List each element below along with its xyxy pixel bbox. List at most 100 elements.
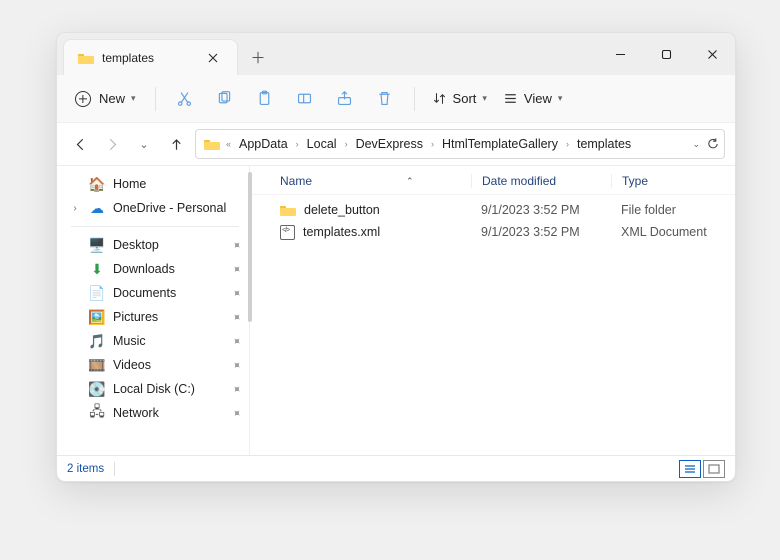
- sort-icon: [432, 91, 447, 106]
- separator: [414, 87, 415, 111]
- breadcrumb-segment[interactable]: templates: [575, 135, 633, 153]
- rename-button[interactable]: [287, 83, 323, 115]
- pin-icon: ✦: [229, 309, 244, 325]
- pin-icon: ✦: [229, 381, 244, 397]
- sidebar-onedrive[interactable]: › ☁ OneDrive - Personal: [63, 196, 247, 220]
- view-toggle: [679, 460, 725, 478]
- view-button[interactable]: View ▾: [497, 86, 568, 111]
- back-button[interactable]: [67, 131, 93, 157]
- file-date: 9/1/2023 3:52 PM: [471, 225, 611, 239]
- nav-row: ⌄ « AppData› Local› DevExpress› HtmlTemp…: [57, 123, 735, 165]
- sort-label: Sort: [453, 91, 477, 106]
- toolbar: New ▾ Sort ▾ View ▾: [57, 75, 735, 123]
- cut-button[interactable]: [167, 83, 203, 115]
- home-icon: 🏠: [89, 176, 105, 192]
- file-type: File folder: [611, 203, 721, 217]
- refresh-button[interactable]: [706, 137, 720, 151]
- column-date[interactable]: Date modified: [471, 174, 611, 188]
- chevron-down-icon[interactable]: ⌄: [692, 139, 700, 150]
- pin-icon: ✦: [229, 237, 244, 253]
- close-tab-button[interactable]: [199, 44, 227, 72]
- new-tab-button[interactable]: ＋: [238, 39, 278, 75]
- new-button[interactable]: New ▾: [67, 86, 144, 112]
- chevron-down-icon: ▾: [482, 93, 487, 104]
- folder-icon: [280, 204, 296, 216]
- documents-icon: 📄: [89, 285, 105, 301]
- paste-button[interactable]: [247, 83, 283, 115]
- thumbnails-view-button[interactable]: [703, 460, 725, 478]
- up-button[interactable]: [163, 131, 189, 157]
- item-count: 2 items: [67, 463, 104, 475]
- sidebar-home[interactable]: 🏠 Home: [63, 172, 247, 196]
- breadcrumb-segment[interactable]: Local: [305, 135, 339, 153]
- breadcrumb-segment[interactable]: AppData: [237, 135, 290, 153]
- file-row[interactable]: delete_button 9/1/2023 3:52 PMFile folder: [280, 199, 721, 221]
- music-icon: 🎵: [89, 333, 105, 349]
- network-icon: 🖧: [89, 405, 105, 421]
- pictures-icon: 🖼️: [89, 309, 105, 325]
- column-name[interactable]: Name ⌃: [280, 174, 471, 188]
- folder-icon: [204, 138, 220, 150]
- separator: [155, 87, 156, 111]
- chevron-down-icon: ▾: [131, 93, 136, 104]
- recent-button[interactable]: ⌄: [131, 131, 157, 157]
- breadcrumb-prefix: «: [222, 139, 235, 149]
- sidebar-item-desktop[interactable]: 🖥️Desktop✦: [63, 233, 247, 257]
- pin-icon: ✦: [229, 357, 244, 373]
- close-window-button[interactable]: [689, 33, 735, 75]
- details-view-button[interactable]: [679, 460, 701, 478]
- tab-active[interactable]: templates: [63, 39, 238, 75]
- delete-button[interactable]: [367, 83, 403, 115]
- new-label: New: [99, 91, 125, 106]
- breadcrumb-segment[interactable]: HtmlTemplateGallery: [440, 135, 560, 153]
- sort-indicator-icon: ⌃: [406, 176, 414, 187]
- sidebar-item-network[interactable]: 🖧Network✦: [63, 401, 247, 425]
- cloud-icon: ☁: [89, 200, 105, 216]
- videos-icon: 🎞️: [89, 357, 105, 373]
- window-controls: [597, 33, 735, 75]
- separator: [71, 226, 239, 227]
- file-name: delete_button: [304, 203, 380, 217]
- column-type[interactable]: Type: [611, 174, 721, 188]
- chevron-down-icon: ▾: [558, 93, 563, 104]
- disk-icon: 💽: [89, 381, 105, 397]
- sidebar-item-music[interactable]: 🎵Music✦: [63, 329, 247, 353]
- sort-button[interactable]: Sort ▾: [426, 86, 493, 111]
- plus-circle-icon: [75, 91, 91, 107]
- separator: [114, 462, 115, 476]
- tab-title: templates: [102, 51, 191, 65]
- sidebar-item-disk[interactable]: 💽Local Disk (C:)✦: [63, 377, 247, 401]
- body: 🏠 Home › ☁ OneDrive - Personal 🖥️Desktop…: [57, 165, 735, 455]
- column-headers: Name ⌃ Date modified Type: [250, 166, 735, 195]
- pin-icon: ✦: [229, 285, 244, 301]
- scrollbar[interactable]: [248, 172, 252, 322]
- sidebar-item-pictures[interactable]: 🖼️Pictures✦: [63, 305, 247, 329]
- breadcrumb-segment[interactable]: DevExpress: [354, 135, 425, 153]
- status-bar: 2 items: [57, 455, 735, 481]
- pin-icon: ✦: [229, 261, 244, 277]
- sidebar-item-documents[interactable]: 📄Documents✦: [63, 281, 247, 305]
- copy-button[interactable]: [207, 83, 243, 115]
- sidebar: 🏠 Home › ☁ OneDrive - Personal 🖥️Desktop…: [57, 166, 249, 455]
- explorer-window: templates ＋ New ▾ Sort ▾: [56, 32, 736, 482]
- file-date: 9/1/2023 3:52 PM: [471, 203, 611, 217]
- folder-icon: [78, 52, 94, 64]
- desktop-icon: 🖥️: [89, 237, 105, 253]
- pin-icon: ✦: [229, 333, 244, 349]
- xml-file-icon: [280, 225, 295, 240]
- forward-button[interactable]: [99, 131, 125, 157]
- file-row[interactable]: templates.xml 9/1/2023 3:52 PMXML Documen…: [280, 221, 721, 243]
- sidebar-item-videos[interactable]: 🎞️Videos✦: [63, 353, 247, 377]
- view-label: View: [524, 91, 552, 106]
- maximize-button[interactable]: [643, 33, 689, 75]
- minimize-button[interactable]: [597, 33, 643, 75]
- share-button[interactable]: [327, 83, 363, 115]
- view-icon: [503, 91, 518, 106]
- expand-icon[interactable]: ›: [69, 203, 81, 214]
- address-bar[interactable]: « AppData› Local› DevExpress› HtmlTempla…: [195, 129, 725, 159]
- file-name: templates.xml: [303, 225, 380, 239]
- downloads-icon: ⬇: [89, 261, 105, 277]
- file-list: Name ⌃ Date modified Type delete_button 9…: [250, 166, 735, 455]
- sidebar-item-downloads[interactable]: ⬇Downloads✦: [63, 257, 247, 281]
- file-type: XML Document: [611, 225, 721, 239]
